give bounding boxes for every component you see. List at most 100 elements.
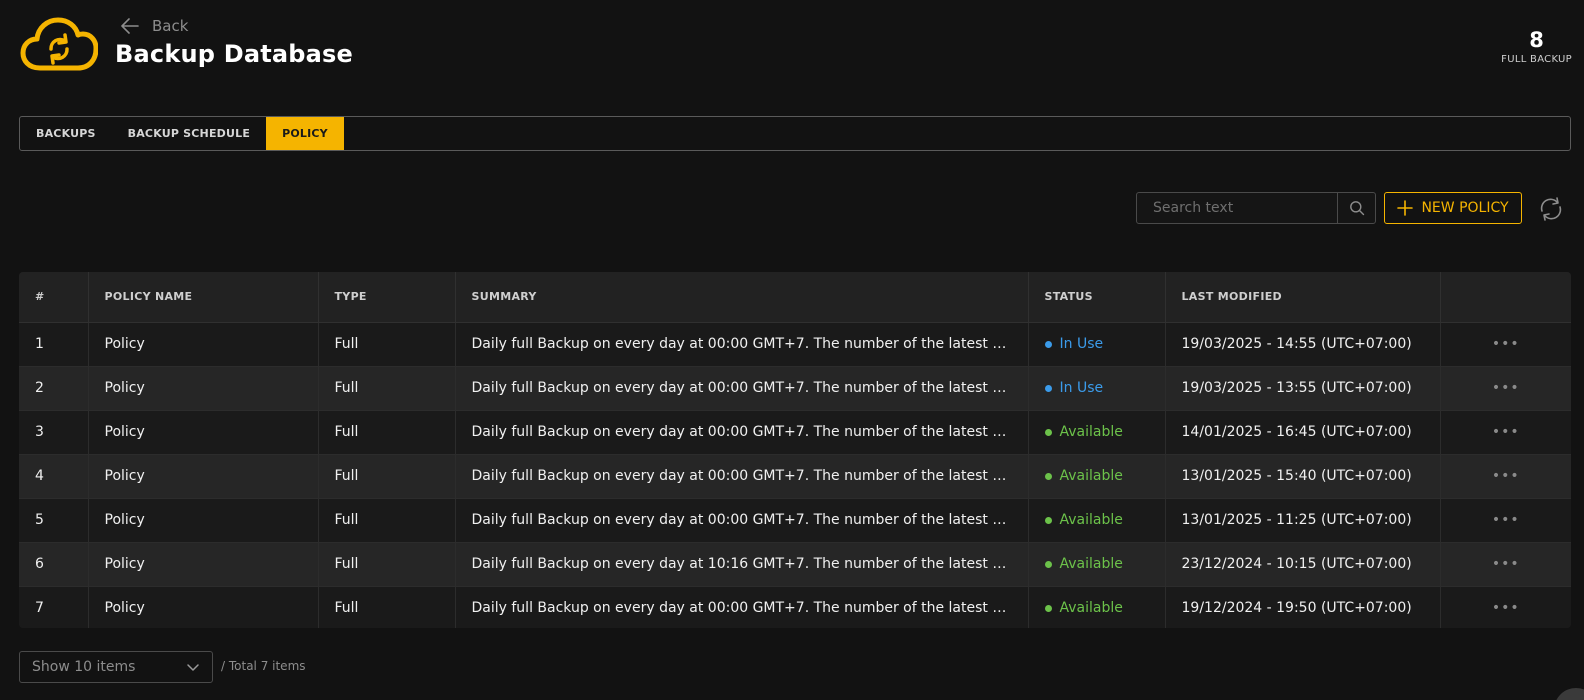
- tab-backups[interactable]: BACKUPS: [20, 117, 112, 150]
- status-badge: In Use: [1044, 380, 1104, 397]
- status-dot-icon: [1044, 340, 1052, 348]
- policy-name: Policy: [88, 322, 319, 367]
- status-badge: Available: [1044, 600, 1123, 617]
- policy-summary: Daily full Backup on every day at 00:00 …: [455, 322, 1029, 367]
- policy-type: Full: [318, 322, 456, 367]
- table-row[interactable]: 1 Policy Full Daily full Backup on every da…: [19, 322, 1571, 367]
- policy-summary: Daily full Backup on every day at 10:16 …: [455, 542, 1029, 587]
- refresh-icon[interactable]: [1538, 196, 1564, 222]
- status-label: Available: [1059, 512, 1123, 529]
- policy-type: Full: [318, 586, 456, 628]
- back-link[interactable]: Back: [120, 16, 188, 36]
- tab-policy[interactable]: POLICY: [266, 117, 344, 150]
- column-header-policy-name[interactable]: POLICY NAME: [88, 272, 319, 323]
- row-number: 5: [19, 498, 89, 543]
- total-items-label: / Total 7 items: [221, 659, 306, 673]
- search-box: [1136, 192, 1376, 224]
- actions-cell: •••: [1440, 322, 1571, 367]
- more-options-icon[interactable]: •••: [1492, 336, 1520, 352]
- last-modified: 23/12/2024 - 10:15 (UTC+07:00): [1165, 542, 1441, 587]
- search-button[interactable]: [1337, 193, 1375, 223]
- more-options-icon[interactable]: •••: [1492, 424, 1520, 440]
- policy-name: Policy: [88, 542, 319, 587]
- actions-cell: •••: [1440, 454, 1571, 499]
- status-cell: Available: [1028, 454, 1166, 499]
- policy-summary: Daily full Backup on every day at 00:00 …: [455, 454, 1029, 499]
- policy-type: Full: [318, 454, 456, 499]
- row-number: 4: [19, 454, 89, 499]
- table-row[interactable]: 4 Policy Full Daily full Backup on every da…: [19, 454, 1571, 499]
- more-options-icon[interactable]: •••: [1492, 600, 1520, 616]
- column-header-status[interactable]: STATUS: [1028, 272, 1166, 323]
- actions-cell: •••: [1440, 410, 1571, 455]
- full-backup-label: FULL BACKUP: [1501, 54, 1572, 65]
- more-options-icon[interactable]: •••: [1492, 556, 1520, 572]
- table-row[interactable]: 5 Policy Full Daily full Backup on every da…: [19, 498, 1571, 543]
- more-options-icon[interactable]: •••: [1492, 512, 1520, 528]
- table-row[interactable]: 2 Policy Full Daily full Backup on every da…: [19, 366, 1571, 411]
- status-label: In Use: [1059, 380, 1104, 397]
- policy-name: Policy: [88, 410, 319, 455]
- last-modified: 14/01/2025 - 16:45 (UTC+07:00): [1165, 410, 1441, 455]
- status-dot-icon: [1044, 472, 1052, 480]
- column-header-type[interactable]: TYPE: [318, 272, 456, 323]
- table-row[interactable]: 3 Policy Full Daily full Backup on every da…: [19, 410, 1571, 455]
- table-header-row: # POLICY NAME TYPE SUMMARY STATUS LAST M…: [19, 272, 1571, 323]
- last-modified: 13/01/2025 - 11:25 (UTC+07:00): [1165, 498, 1441, 543]
- row-number: 7: [19, 586, 89, 628]
- cloud-sync-logo-icon: [20, 17, 98, 71]
- actions-cell: •••: [1440, 498, 1571, 543]
- status-label: Available: [1059, 600, 1123, 617]
- table-row[interactable]: 6 Policy Full Daily full Backup on every da…: [19, 542, 1571, 587]
- status-dot-icon: [1044, 428, 1052, 436]
- policy-type: Full: [318, 498, 456, 543]
- status-label: In Use: [1059, 336, 1104, 353]
- floating-help-button[interactable]: [1554, 688, 1584, 700]
- actions-cell: •••: [1440, 542, 1571, 587]
- policy-summary: Daily full Backup on every day at 00:00 …: [455, 498, 1029, 543]
- row-number: 1: [19, 322, 89, 367]
- tab-backup-schedule[interactable]: BACKUP SCHEDULE: [112, 117, 266, 150]
- page-title: Backup Database: [115, 40, 354, 68]
- status-badge: Available: [1044, 512, 1123, 529]
- row-number: 3: [19, 410, 89, 455]
- status-dot-icon: [1044, 604, 1052, 612]
- column-header-actions: [1440, 272, 1571, 323]
- actions-cell: •••: [1440, 366, 1571, 411]
- row-number: 6: [19, 542, 89, 587]
- policy-type: Full: [318, 366, 456, 411]
- row-number: 2: [19, 366, 89, 411]
- column-header-last-modified[interactable]: LAST MODIFIED: [1165, 272, 1441, 323]
- page: Back Backup Database 8 FULL BACKUP BACKU…: [0, 0, 1584, 700]
- actions-cell: •••: [1440, 586, 1571, 628]
- more-options-icon[interactable]: •••: [1492, 380, 1520, 396]
- last-modified: 19/12/2024 - 19:50 (UTC+07:00): [1165, 586, 1441, 628]
- new-policy-label: NEW POLICY: [1421, 200, 1509, 216]
- last-modified: 19/03/2025 - 14:55 (UTC+07:00): [1165, 322, 1441, 367]
- status-label: Available: [1059, 424, 1123, 441]
- column-header-number: #: [19, 272, 89, 323]
- status-label: Available: [1059, 468, 1123, 485]
- status-dot-icon: [1044, 516, 1052, 524]
- last-modified: 13/01/2025 - 15:40 (UTC+07:00): [1165, 454, 1441, 499]
- status-cell: Available: [1028, 586, 1166, 628]
- policy-name: Policy: [88, 454, 319, 499]
- new-policy-button[interactable]: NEW POLICY: [1384, 192, 1522, 224]
- policy-summary: Daily full Backup on every day at 00:00 …: [455, 410, 1029, 455]
- page-size-label: Show 10 items: [32, 659, 136, 675]
- full-backup-stat: 8 FULL BACKUP: [1501, 28, 1572, 65]
- page-size-select[interactable]: Show 10 items: [19, 651, 213, 683]
- policy-name: Policy: [88, 586, 319, 628]
- column-header-summary: SUMMARY: [455, 272, 1029, 323]
- full-backup-count: 8: [1529, 28, 1544, 52]
- more-options-icon[interactable]: •••: [1492, 468, 1520, 484]
- policy-summary: Daily full Backup on every day at 00:00 …: [455, 586, 1029, 628]
- table-row[interactable]: 7 Policy Full Daily full Backup on every da…: [19, 586, 1571, 628]
- policy-type: Full: [318, 542, 456, 587]
- status-badge: Available: [1044, 424, 1123, 441]
- search-input[interactable]: [1137, 193, 1337, 223]
- back-label: Back: [152, 17, 189, 35]
- status-label: Available: [1059, 556, 1123, 573]
- plus-icon: [1397, 200, 1414, 216]
- status-dot-icon: [1044, 560, 1052, 568]
